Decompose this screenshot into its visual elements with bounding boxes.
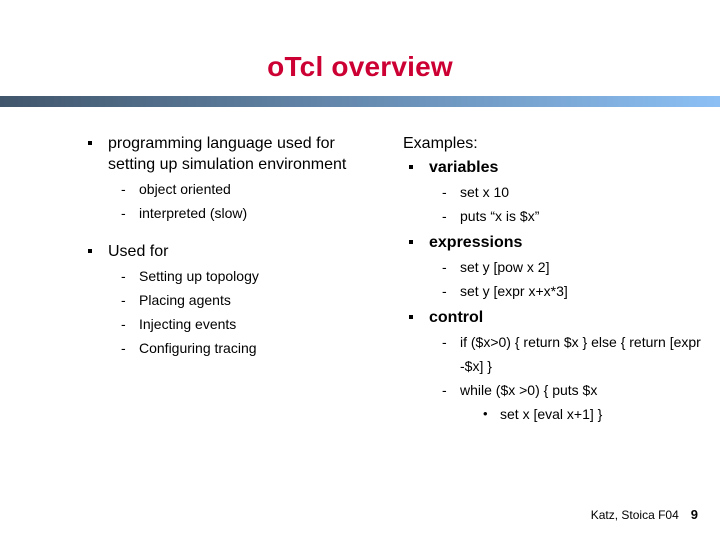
page-title: oTcl overview <box>267 51 453 82</box>
left-content-column: programming language used for setting up… <box>82 133 382 364</box>
dash-bullet-icon: - <box>121 181 126 197</box>
slide-footer: Katz, Stoica F04 9 <box>591 507 698 522</box>
square-bullet-icon <box>409 240 413 244</box>
sub-bullet-label: Setting up topology <box>139 268 259 284</box>
sub-bullet-label: Configuring tracing <box>139 340 257 356</box>
code-line-label: set x [eval x+1] } <box>500 406 603 422</box>
code-line-label: puts “x is $x” <box>460 208 540 224</box>
example-group-control: control - if ($x>0) { return $x } else {… <box>403 307 703 426</box>
example-group-variables: variables - set x 10 - puts “x is $x” <box>403 157 703 228</box>
dash-bullet-icon: - <box>121 205 126 221</box>
square-bullet-icon <box>88 249 92 253</box>
title-divider-bar <box>0 96 720 107</box>
bullet-label: Used for <box>108 243 169 260</box>
dash-bullet-icon: - <box>442 184 447 200</box>
round-bullet-icon: • <box>483 406 488 421</box>
bullet-label: control <box>429 309 484 326</box>
sub-bullet-setting-up-topology: - Setting up topology <box>82 264 382 288</box>
code-line-set-x-10: - set x 10 <box>403 180 703 204</box>
dash-bullet-icon: - <box>442 283 447 299</box>
bullet-label: variables <box>429 159 499 176</box>
dash-bullet-icon: - <box>121 316 126 332</box>
sub-bullet-label: object oriented <box>139 181 231 197</box>
code-line-puts-x: - puts “x is $x” <box>403 204 703 228</box>
column-spacer <box>82 229 382 241</box>
code-line-set-y-pow: - set y [pow x 2] <box>403 255 703 279</box>
bullet-expressions: expressions <box>403 232 703 253</box>
bullet-group-programming-language: programming language used for setting up… <box>82 133 382 225</box>
right-content-column: Examples: variables - set x 10 - puts “x… <box>403 133 703 430</box>
code-line-set-x-eval: • set x [eval x+1] } <box>403 402 703 426</box>
sub-bullet-label: Placing agents <box>139 292 231 308</box>
bullet-label: expressions <box>429 234 523 251</box>
bullet-control: control <box>403 307 703 328</box>
sub-bullet-placing-agents: - Placing agents <box>82 288 382 312</box>
bullet-programming-language: programming language used for setting up… <box>82 133 382 175</box>
bullet-variables: variables <box>403 157 703 178</box>
sub-bullet-label: interpreted (slow) <box>139 205 248 221</box>
code-line-label: if ($x>0) { return $x } else { return [e… <box>460 334 701 374</box>
dash-bullet-icon: - <box>121 340 126 356</box>
sub-bullet-configuring-tracing: - Configuring tracing <box>82 336 382 360</box>
footer-credit: Katz, Stoica F04 <box>590 508 679 522</box>
square-bullet-icon <box>409 315 413 319</box>
sub-bullet-object-oriented: - object oriented <box>82 177 382 201</box>
dash-bullet-icon: - <box>121 268 126 284</box>
code-line-label: while ($x >0) { puts $x <box>460 382 598 398</box>
square-bullet-icon <box>409 165 413 169</box>
code-line-if-else: - if ($x>0) { return $x } else { return … <box>403 330 703 378</box>
dash-bullet-icon: - <box>442 334 447 350</box>
dash-bullet-icon: - <box>442 208 447 224</box>
bullet-label: programming language used for setting up… <box>108 135 347 173</box>
code-line-while: - while ($x >0) { puts $x <box>403 378 703 402</box>
dash-bullet-icon: - <box>442 259 447 275</box>
code-line-label: set y [pow x 2] <box>460 259 550 275</box>
square-bullet-icon <box>88 141 92 145</box>
bullet-used-for: Used for <box>82 241 382 262</box>
sub-bullet-label: Injecting events <box>139 316 237 332</box>
page-number: 9 <box>690 507 698 522</box>
bullet-group-used-for: Used for - Setting up topology - Placing… <box>82 241 382 360</box>
sub-bullet-injecting-events: - Injecting events <box>82 312 382 336</box>
dash-bullet-icon: - <box>442 382 447 398</box>
code-line-set-y-expr: - set y [expr x+x*3] <box>403 279 703 303</box>
code-line-label: set y [expr x+x*3] <box>460 283 568 299</box>
sub-bullet-interpreted: - interpreted (slow) <box>82 201 382 225</box>
code-line-label: set x 10 <box>460 184 510 200</box>
dash-bullet-icon: - <box>121 292 126 308</box>
examples-heading: Examples: <box>403 135 478 152</box>
example-group-expressions: expressions - set y [pow x 2] - set y [e… <box>403 232 703 303</box>
